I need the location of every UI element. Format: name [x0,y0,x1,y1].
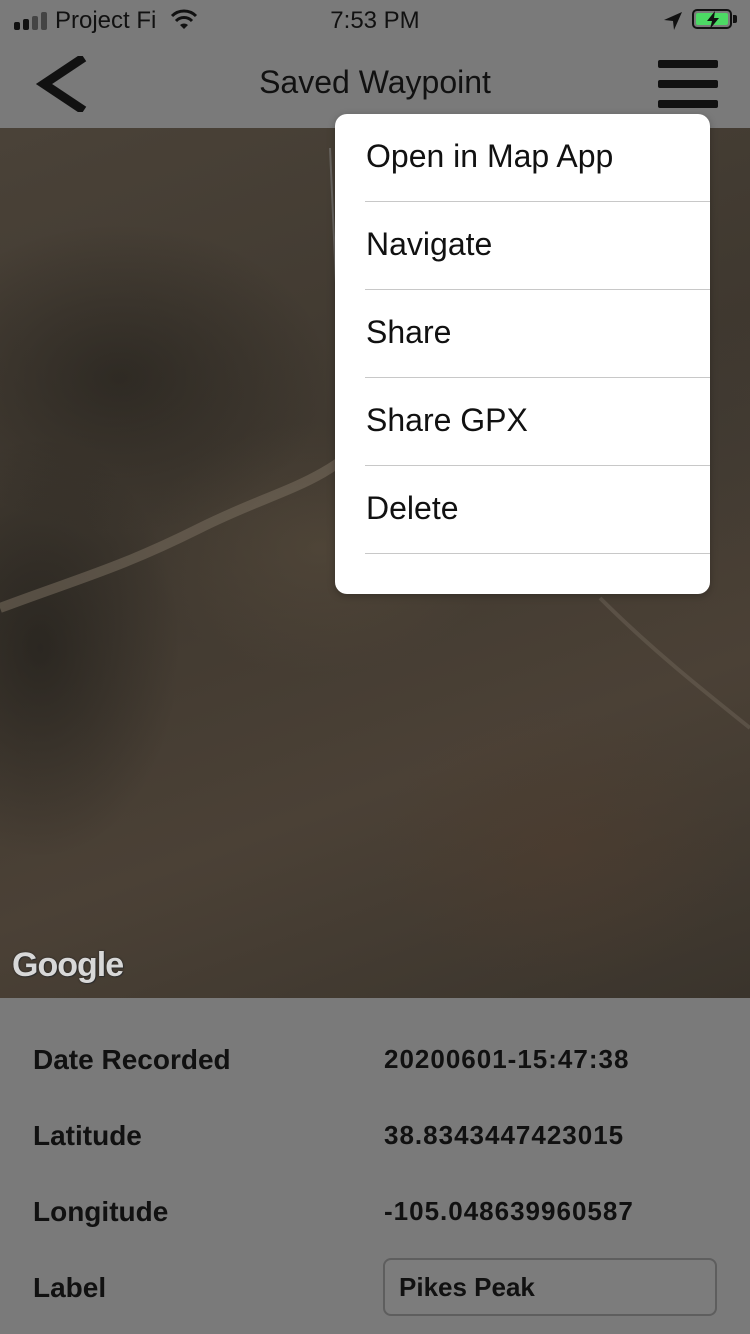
longitude-value: -105.048639960587 [384,1196,634,1226]
menu-item-delete[interactable]: Delete [335,466,710,554]
label-input[interactable] [383,1258,717,1316]
overflow-menu: Open in Map App Navigate Share Share GPX… [335,114,710,594]
battery-nub [733,15,737,23]
hamburger-menu-button[interactable] [656,58,720,112]
charging-bolt-icon [707,11,719,29]
date-recorded-value: 20200601-15:47:38 [384,1044,630,1074]
location-arrow-icon [664,12,682,30]
menu-item-navigate[interactable]: Navigate [335,202,710,290]
menu-item-label: Share GPX [366,402,528,438]
latitude-label: Latitude [33,1120,142,1151]
menu-item-share[interactable]: Share [335,290,710,378]
label-field-label: Label [33,1272,107,1303]
waypoint-details: Date Recorded 20200601-15:47:38 Latitude… [0,998,750,1334]
menu-item-label: Open in Map App [366,138,614,174]
menu-item-share-gpx[interactable]: Share GPX [335,378,710,466]
longitude-label: Longitude [33,1196,169,1227]
clock-time: 7:53 PM [330,7,420,34]
menu-item-label: Delete [366,490,459,526]
menu-divider [365,553,710,554]
google-attribution-logo: Google [12,946,124,984]
page-title: Saved Waypoint [259,64,491,100]
latitude-value: 38.8343447423015 [384,1120,625,1150]
latitude-row: Latitude 38.8343447423015 [0,1106,750,1166]
menu-item-label: Share [366,314,452,350]
date-recorded-label: Date Recorded [33,1044,231,1075]
status-bar: Project Fi 7:53 PM [0,0,750,40]
date-recorded-row: Date Recorded 20200601-15:47:38 [0,1030,750,1090]
longitude-row: Longitude -105.048639960587 [0,1182,750,1242]
menu-item-label: Navigate [366,226,493,262]
menu-item-open-in-map-app[interactable]: Open in Map App [335,114,710,202]
battery-icon [692,9,732,29]
